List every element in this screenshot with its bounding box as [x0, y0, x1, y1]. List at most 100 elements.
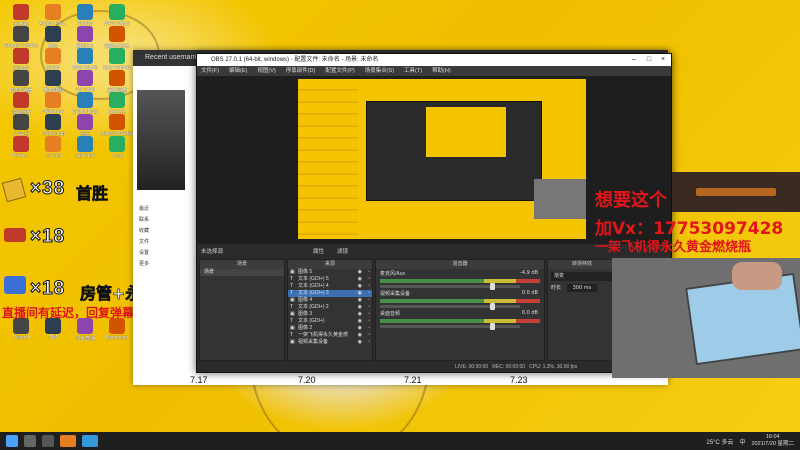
- visibility-icon[interactable]: ◉: [358, 297, 362, 304]
- desktop-icon[interactable]: Discord: [4, 318, 38, 352]
- image-source-icon: ▣: [290, 269, 295, 275]
- obs-title-bar: OBS 27.0.1 (64-bit, windows) - 配置文件: 未命名…: [197, 54, 671, 66]
- menu-item[interactable]: 编辑(E): [229, 68, 247, 74]
- visibility-icon[interactable]: ◉: [358, 290, 362, 297]
- source-item[interactable]: T 文本 (GDI+) 2 ◉ ▫: [288, 304, 372, 311]
- minimize-icon[interactable]: –: [627, 54, 641, 66]
- menu-item[interactable]: 视图(V): [257, 68, 275, 74]
- overlay-count-2: ×18: [29, 226, 66, 248]
- start-icon[interactable]: [6, 435, 18, 447]
- source-item[interactable]: T 一架飞机得永久黄金燃 ◉ ▫: [288, 332, 372, 339]
- desktop-icon[interactable]: 斗鱼直播: [68, 318, 102, 352]
- search-icon[interactable]: [24, 435, 36, 447]
- overlay-first-win: 首胜: [76, 184, 109, 204]
- visibility-icon[interactable]: ◉: [358, 283, 362, 290]
- desktop-icon[interactable]: Power...: [4, 136, 38, 170]
- lock-icon[interactable]: ▫: [368, 304, 370, 311]
- cpu-status: CPU: 1.3%, 30.00 fps: [529, 364, 578, 370]
- menu-item[interactable]: 场景集合(S): [365, 68, 394, 74]
- app-icon: [77, 92, 93, 108]
- desktop-icon[interactable]: CS:GO: [36, 136, 70, 170]
- app-icon: [77, 48, 93, 64]
- transition-select[interactable]: 渐变: [551, 272, 613, 281]
- plane-icon: [4, 228, 26, 242]
- mixer-channel: 视频采集设备 0.0 dB: [376, 289, 544, 310]
- lock-icon[interactable]: ▫: [368, 318, 370, 325]
- app-icon: [13, 4, 29, 20]
- visibility-icon[interactable]: ◉: [358, 276, 362, 283]
- desktop-icon-label: Bandicam: [105, 335, 129, 341]
- desktop-icon[interactable]: TIM: [36, 318, 70, 352]
- source-item[interactable]: ▣ 图像 3 ◉ ▫: [288, 311, 372, 318]
- source-item[interactable]: ▣ 图像 2 ◉ ▫: [288, 325, 372, 332]
- visibility-icon[interactable]: ◉: [358, 339, 362, 346]
- browser-side-item[interactable]: 收藏: [139, 226, 149, 237]
- app-icon: [45, 48, 61, 64]
- clock[interactable]: 16:04 2021/7/20 星期二: [752, 434, 795, 448]
- lock-icon[interactable]: ▫: [368, 325, 370, 332]
- source-name: 文本 (GDI+): [298, 318, 325, 324]
- source-item[interactable]: ▣ 图像 4 ◉ ▫: [288, 297, 372, 304]
- menu-item[interactable]: 配置文件(P): [325, 68, 354, 74]
- source-item[interactable]: T 文本 (GDI+) 4 ◉ ▫: [288, 283, 372, 290]
- desktop-icon-label: Discord: [12, 335, 30, 341]
- sources-header: 来源: [288, 260, 372, 269]
- task-view-icon[interactable]: [42, 435, 54, 447]
- browser-side-item[interactable]: 联系: [139, 215, 149, 226]
- duration-input[interactable]: 300 ms: [566, 284, 598, 292]
- sources-list: ▣ 图像 5 ◉ ▫ T 文本 (GDI+) 5 ◉ ▫ T 文本 (GDI+) 4 ◉ ▫ T 文本 (…: [288, 269, 372, 346]
- source-item[interactable]: T 文本 (GDI+) ◉ ▫: [288, 318, 372, 325]
- browser-side-item[interactable]: 设置: [139, 248, 149, 259]
- scene-item[interactable]: 场景: [200, 269, 284, 276]
- obs-taskbar-icon[interactable]: [60, 435, 76, 447]
- channel-db: 0.0 dB: [521, 290, 538, 296]
- maximize-icon[interactable]: □: [642, 54, 656, 66]
- desktop-icon[interactable]: GeForce: [68, 136, 102, 170]
- app-icon: [109, 70, 125, 86]
- visibility-icon[interactable]: ◉: [358, 304, 362, 311]
- menu-item[interactable]: 帮助(H): [432, 68, 451, 74]
- volume-slider[interactable]: [380, 303, 520, 310]
- lock-icon[interactable]: ▫: [368, 283, 370, 290]
- slider-handle[interactable]: [490, 323, 495, 330]
- volume-slider[interactable]: [380, 283, 520, 290]
- weather[interactable]: 25°C 多云: [706, 437, 733, 446]
- lock-icon[interactable]: ▫: [368, 269, 370, 276]
- obs-window[interactable]: OBS 27.0.1 (64-bit, windows) - 配置文件: 未命名…: [196, 53, 672, 373]
- obs-menu-bar: 文件(F) 编辑(E) 视图(V) 停靠部件(D) 配置文件(P) 场景集合(S) 工具(T…: [197, 66, 671, 76]
- source-item[interactable]: T 文本 (GDI+) 5 ◉ ▫: [288, 276, 372, 283]
- mixer-dock: 混音器 麦克风/Aux -4.9 dB 视频采集设备 0.0 dB 桌面音频 0.0 dB: [375, 259, 545, 361]
- filters-button[interactable]: 滤镜: [337, 247, 348, 255]
- app-icon: [45, 4, 61, 20]
- browser-taskbar-icon[interactable]: [82, 435, 98, 447]
- lock-icon[interactable]: ▫: [368, 276, 370, 283]
- browser-side-item[interactable]: 文件: [139, 237, 149, 248]
- properties-button[interactable]: 属性: [313, 247, 324, 255]
- visibility-icon[interactable]: ◉: [358, 318, 362, 325]
- visibility-icon[interactable]: ◉: [358, 269, 362, 276]
- browser-side-item[interactable]: 最近: [139, 204, 149, 215]
- close-icon[interactable]: ×: [656, 54, 670, 66]
- source-item[interactable]: T 文本 (GDI+) 3 ◉ ▫: [288, 290, 372, 297]
- visibility-icon[interactable]: ◉: [358, 325, 362, 332]
- desktop-icon[interactable]: Bandicam: [100, 318, 134, 352]
- menu-item[interactable]: 停靠部件(D): [286, 68, 316, 74]
- lock-icon[interactable]: ▫: [368, 297, 370, 304]
- volume-slider[interactable]: [380, 323, 520, 330]
- lock-icon[interactable]: ▫: [368, 332, 370, 339]
- visibility-icon[interactable]: ◉: [358, 332, 362, 339]
- source-item[interactable]: ▣ 图像 5 ◉ ▫: [288, 269, 372, 276]
- desktop-icon[interactable]: 7-Zip: [100, 136, 134, 170]
- lock-icon[interactable]: ▫: [368, 311, 370, 318]
- visibility-icon[interactable]: ◉: [358, 311, 362, 318]
- menu-item[interactable]: 工具(T): [404, 68, 422, 74]
- source-item[interactable]: ▣ 视频采集设备 ◉ ▫: [288, 339, 372, 346]
- browser-side-item[interactable]: 更多: [139, 259, 149, 270]
- lock-icon[interactable]: ▫: [368, 290, 370, 297]
- live-status: LIVE: 00:00:00: [455, 364, 489, 370]
- lock-icon[interactable]: ▫: [368, 339, 370, 346]
- ime-indicator[interactable]: 中: [739, 437, 745, 446]
- desktop-icon-label: Power...: [11, 153, 31, 159]
- channel-name: 麦克风/Aux: [380, 271, 406, 277]
- menu-item[interactable]: 文件(F): [201, 68, 219, 74]
